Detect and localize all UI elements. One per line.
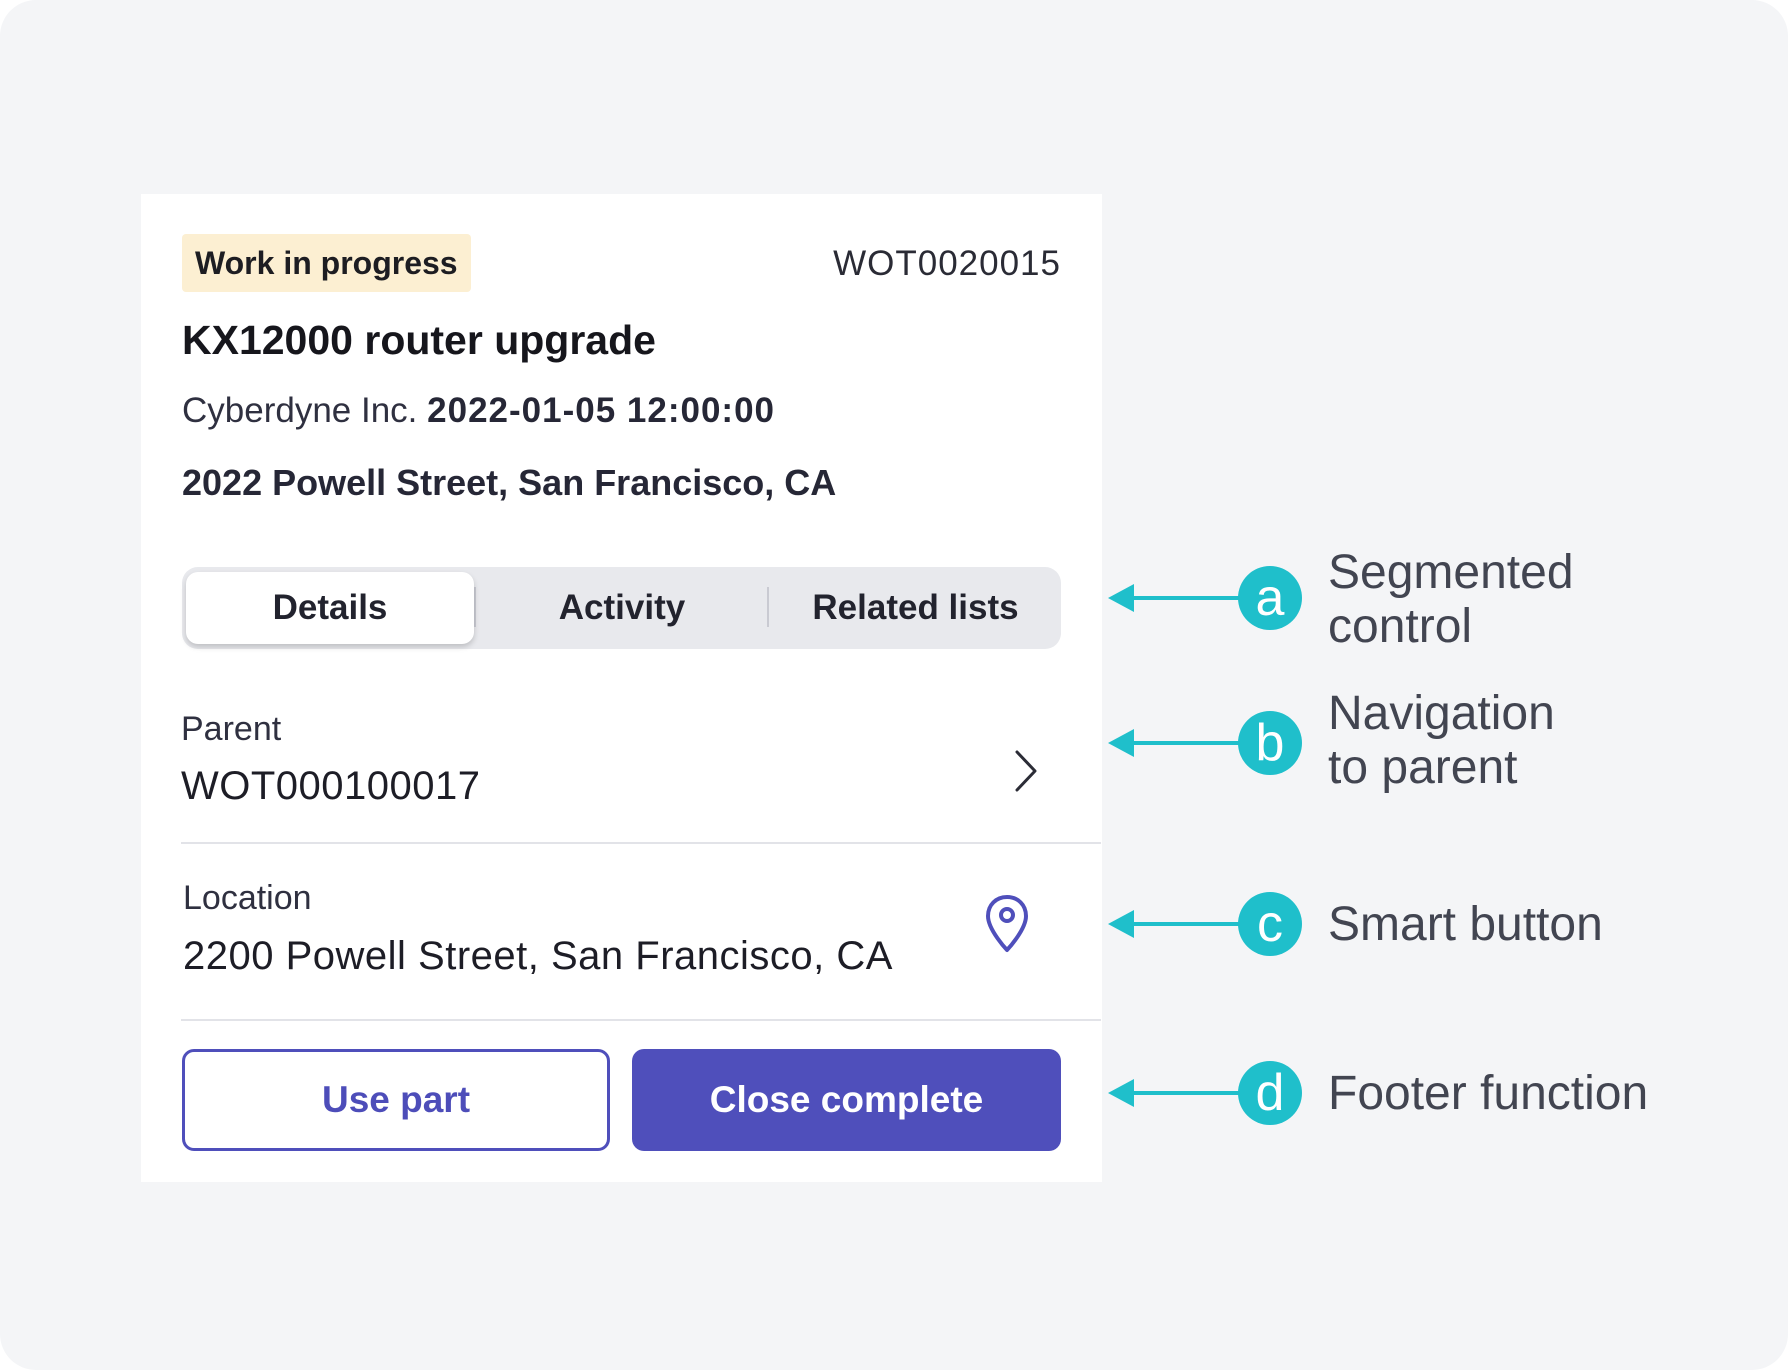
location-label: Location: [183, 879, 312, 917]
annotation-label: Segmented control: [1328, 546, 1574, 653]
location-row: Location 2200 Powell Street, San Francis…: [181, 861, 1101, 1011]
chevron-right-icon: [1015, 750, 1037, 792]
location-value: 2200 Powell Street, San Francisco, CA: [183, 934, 893, 978]
annotation-letter: c: [1238, 892, 1302, 956]
parent-label: Parent: [181, 710, 282, 748]
tab-related-lists[interactable]: Related lists: [770, 567, 1061, 649]
tab-activity[interactable]: Activity: [477, 567, 767, 649]
use-part-button[interactable]: Use part: [182, 1049, 610, 1151]
tab-details[interactable]: Details: [186, 572, 474, 644]
work-order-card: Work in progress WOT0020015 KX12000 rout…: [141, 194, 1102, 1182]
segment-divider: [474, 587, 476, 627]
annotation-letter: b: [1238, 711, 1302, 775]
annotation-label: Navigation to parent: [1328, 687, 1555, 794]
meta-line: Cyberdyne Inc. 2022-01-05 12:00:00: [182, 391, 775, 431]
work-order-title: KX12000 router upgrade: [182, 317, 656, 363]
company-name: Cyberdyne Inc.: [182, 391, 418, 430]
canvas-background: Work in progress WOT0020015 KX12000 rout…: [0, 0, 1788, 1370]
annotation-label: Smart button: [1328, 898, 1603, 951]
parent-row[interactable]: Parent WOT000100017: [181, 684, 1101, 834]
close-complete-button[interactable]: Close complete: [632, 1049, 1061, 1151]
scheduled-datetime: 2022-01-05 12:00:00: [427, 391, 776, 430]
annotation-label: Footer function: [1328, 1067, 1649, 1120]
segmented-control: Details Activity Related lists: [182, 567, 1061, 649]
work-order-number: WOT0020015: [833, 244, 1061, 283]
work-order-address: 2022 Powell Street, San Francisco, CA: [182, 462, 837, 503]
segment-divider: [767, 587, 769, 627]
parent-value: WOT000100017: [181, 764, 481, 808]
status-badge: Work in progress: [182, 234, 471, 292]
divider: [181, 1019, 1101, 1021]
annotation-letter: d: [1238, 1061, 1302, 1125]
annotation-letter: a: [1238, 566, 1302, 630]
divider: [181, 842, 1101, 844]
map-pin-icon[interactable]: [983, 893, 1031, 955]
